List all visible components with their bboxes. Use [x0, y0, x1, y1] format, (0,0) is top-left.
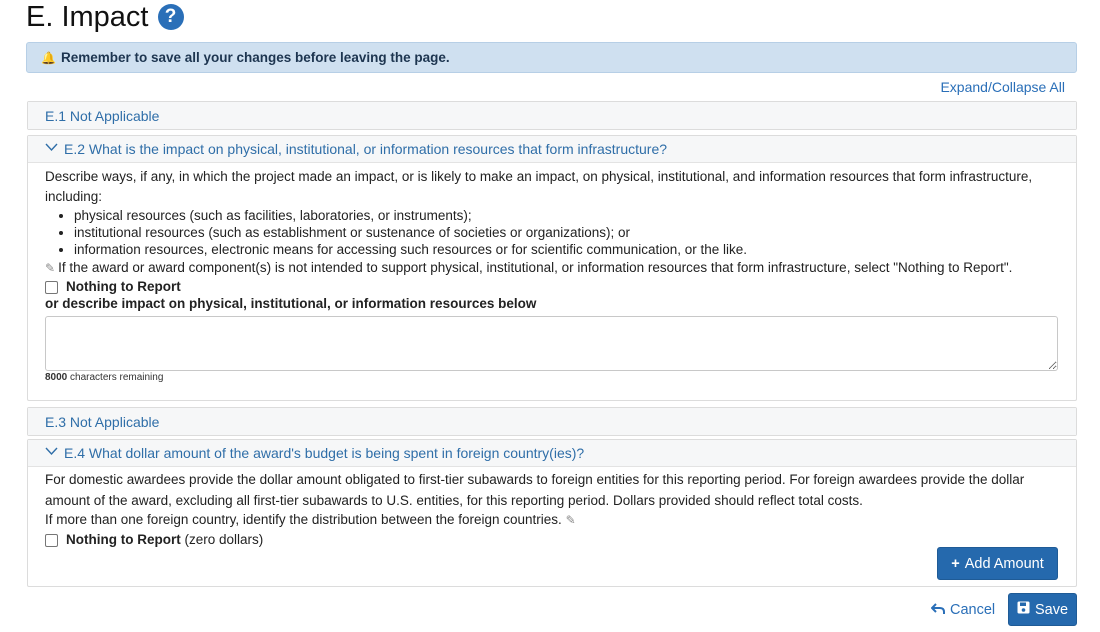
section-e2-header[interactable]: E.2 What is the impact on physical, inst…: [28, 136, 1076, 163]
section-e3-panel: E.3 Not Applicable: [27, 407, 1077, 436]
add-amount-button[interactable]: + Add Amount: [937, 547, 1058, 580]
e4-nothing-to-report[interactable]: Nothing to Report (zero dollars): [45, 531, 1058, 549]
e2-chars-remaining: 8000 characters remaining: [45, 372, 1058, 384]
section-e2-intro: Describe ways, if any, in which the proj…: [45, 169, 1033, 204]
page-title-text: E. Impact: [26, 0, 149, 33]
section-e4-para2-text: If more than one foreign country, identi…: [45, 512, 562, 527]
add-amount-label: Add Amount: [964, 555, 1044, 572]
section-e4-title: E.4 What dollar amount of the award's bu…: [64, 445, 585, 461]
help-icon[interactable]: ?: [157, 4, 184, 30]
cancel-label: Cancel: [950, 602, 996, 618]
list-item: physical resources (such as facilities, …: [74, 207, 1058, 224]
e2-nothing-to-report[interactable]: Nothing to Report: [45, 278, 1058, 296]
section-e2-note: ✎ If the award or award component(s) is n…: [45, 258, 1058, 278]
section-e1-title: E.1 Not Applicable: [45, 107, 160, 124]
section-e2-bullet-list: physical resources (such as facilities, …: [45, 207, 1058, 258]
pencil-icon: ✎: [45, 261, 56, 275]
section-e2-note-text: If the award or award component(s) is no…: [58, 260, 1013, 275]
section-e4-header[interactable]: E.4 What dollar amount of the award's bu…: [28, 440, 1076, 467]
section-e4-body: For domestic awardees provide the dollar…: [28, 467, 1076, 549]
cancel-button[interactable]: Cancel: [930, 602, 996, 618]
e2-chars-count: 8000: [45, 372, 68, 383]
plus-icon: +: [951, 555, 960, 572]
save-button[interactable]: Save: [1008, 593, 1077, 626]
e2-chars-suffix: characters remaining: [67, 372, 164, 383]
section-e1-header[interactable]: E.1 Not Applicable: [28, 102, 1076, 129]
section-e2-panel: E.2 What is the impact on physical, inst…: [27, 135, 1077, 401]
floppy-disk-icon: [1017, 601, 1030, 618]
section-e3-header[interactable]: E.3 Not Applicable: [28, 408, 1076, 435]
e2-nothing-to-report-checkbox[interactable]: [45, 280, 58, 294]
alert-text: Remember to save all your changes before…: [60, 50, 450, 65]
section-e2-title: E.2 What is the impact on physical, inst…: [64, 141, 668, 157]
save-reminder-alert: 🔔 Remember to save all your changes befo…: [26, 42, 1077, 73]
e2-nothing-to-report-label: Nothing to Report: [66, 279, 181, 294]
save-label: Save: [1034, 601, 1069, 618]
expand-collapse-all-link[interactable]: Expand/Collapse All: [940, 79, 1065, 95]
chevron-down-icon: [45, 447, 58, 459]
e4-nothing-to-report-checkbox[interactable]: [45, 533, 58, 547]
e2-describe-label: or describe impact on physical, institut…: [45, 296, 537, 311]
section-e4-panel: E.4 What dollar amount of the award's bu…: [27, 439, 1077, 587]
section-e4-para2: If more than one foreign country, identi…: [45, 511, 1058, 529]
page-title: E. Impact ?: [26, 0, 184, 34]
list-item: institutional resources (such as establi…: [74, 224, 1058, 241]
section-e4-para1: For domestic awardees provide the dollar…: [45, 472, 1025, 508]
e4-nothing-to-report-label: Nothing to Report: [66, 532, 181, 547]
chevron-down-icon: [45, 143, 58, 155]
pencil-icon: ✎: [565, 513, 576, 527]
section-e2-body: Describe ways, if any, in which the proj…: [28, 163, 1076, 384]
e4-nothing-suffix: (zero dollars): [180, 532, 264, 547]
bell-icon: 🔔: [41, 50, 56, 65]
list-item: information resources, electronic means …: [74, 241, 1058, 258]
section-e3-title: E.3 Not Applicable: [45, 413, 160, 430]
undo-arrow-icon: [930, 602, 945, 618]
section-e1-panel: E.1 Not Applicable: [27, 101, 1077, 130]
e2-impact-textarea[interactable]: [45, 316, 1058, 371]
